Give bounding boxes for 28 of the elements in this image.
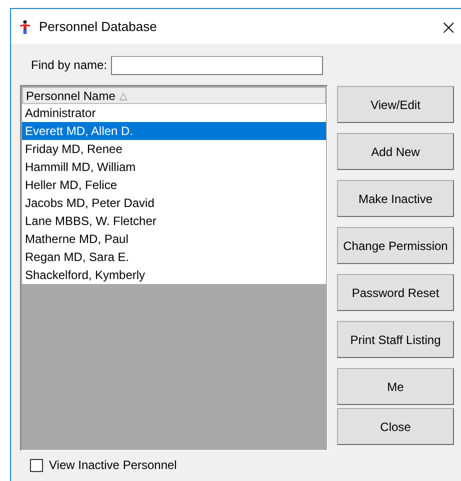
column-header[interactable]: Personnel Name △ [22, 87, 326, 104]
window-title: Personnel Database [39, 19, 157, 34]
action-button[interactable]: Password Reset [337, 274, 454, 311]
find-label: Find by name: [31, 58, 108, 72]
list-row[interactable]: Shackelford, Kymberly [22, 266, 326, 284]
action-button[interactable]: Close [337, 408, 454, 445]
header-label: Personnel Name [26, 88, 116, 102]
list-row[interactable]: Hammill MD, William [22, 158, 326, 176]
action-button[interactable]: Add New [337, 133, 454, 170]
list-row[interactable]: Lane MBBS, W. Fletcher [22, 212, 326, 230]
list-row[interactable]: Administrator [22, 104, 326, 122]
action-button[interactable]: View/Edit [337, 86, 454, 123]
checkbox[interactable] [30, 458, 43, 472]
action-button[interactable]: Make Inactive [337, 180, 454, 217]
person-icon [19, 20, 31, 34]
list-row[interactable]: Heller MD, Felice [22, 176, 326, 194]
sort-indicator: △ [119, 90, 128, 102]
list-row[interactable]: Friday MD, Renee [22, 140, 326, 158]
list-row[interactable]: Regan MD, Sara E. [22, 248, 326, 266]
action-button[interactable]: Change Permission [337, 227, 454, 264]
action-button[interactable]: Print Staff Listing [337, 321, 454, 358]
close-button[interactable]: × [430, 14, 461, 38]
action-button[interactable]: Me [337, 368, 454, 405]
checkbox-label: View Inactive Personnel [49, 458, 177, 472]
list-row[interactable]: Jacobs MD, Peter David [22, 194, 326, 212]
list-row[interactable]: Everett MD, Allen D. [22, 122, 326, 140]
list-row[interactable]: Matherne MD, Paul [22, 230, 326, 248]
search-field[interactable] [111, 56, 324, 74]
